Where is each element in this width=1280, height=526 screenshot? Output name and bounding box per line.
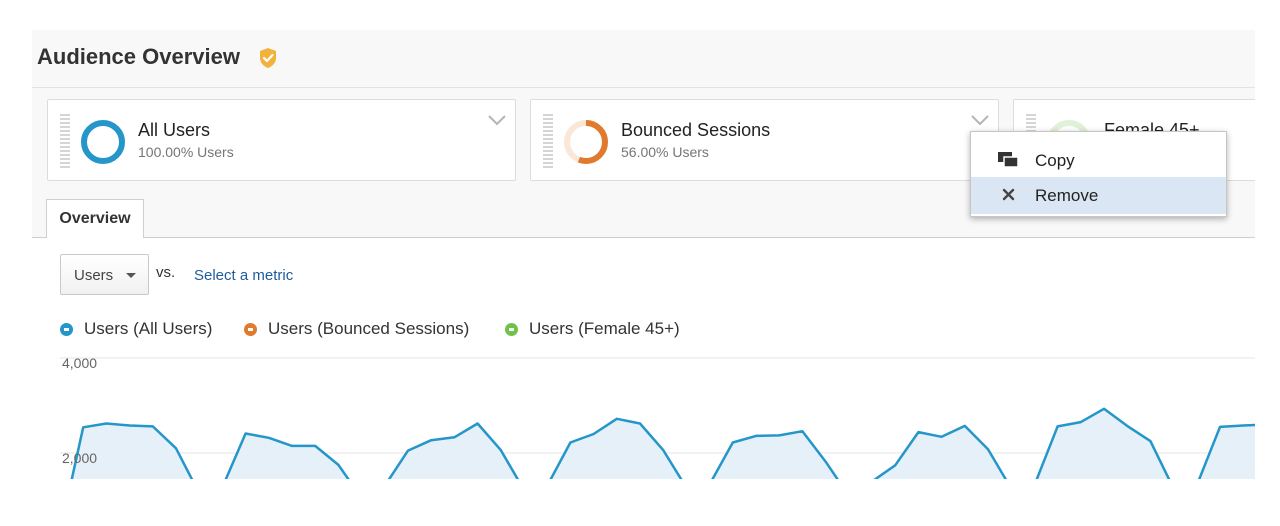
segment-ring-icon — [81, 120, 125, 164]
metric-select[interactable]: Users — [60, 254, 149, 295]
menu-item-remove[interactable]: Remove — [971, 177, 1226, 214]
tab-overview-underline-cover — [47, 237, 143, 238]
menu-item-label: Remove — [1035, 186, 1099, 205]
users-line-chart: 4,000 2,000 — [60, 355, 1255, 479]
segment-card-bounced-sessions[interactable]: Bounced Sessions 56.00% Users — [530, 99, 999, 181]
tab-overview[interactable]: Overview — [46, 199, 144, 238]
legend-label: Users (Bounced Sessions) — [268, 319, 470, 338]
tab-divider — [32, 237, 1255, 238]
segment-ring-icon — [564, 120, 608, 164]
select-a-metric-link[interactable]: Select a metric — [194, 267, 293, 284]
menu-item-label: Copy — [1035, 151, 1075, 170]
header: Audience Overview — [32, 30, 1255, 88]
segment-percent: 100.00% Users — [138, 144, 234, 160]
vs-label: vs. — [156, 264, 176, 281]
metric-select-value: Users — [74, 267, 114, 284]
segment-name: All Users — [138, 120, 211, 140]
legend-dot-icon — [244, 323, 257, 336]
drag-handle[interactable] — [543, 114, 553, 170]
drag-handle[interactable] — [60, 114, 70, 170]
page-title: Audience Overview — [37, 44, 240, 69]
audience-overview-panel: Audience Overview All Users 100.00% User… — [32, 30, 1255, 479]
copy-icon — [998, 152, 1019, 168]
menu-item-copy[interactable]: Copy — [971, 142, 1226, 179]
chevron-down-icon[interactable] — [487, 114, 507, 126]
legend-dot-icon — [60, 323, 73, 336]
y-tick-label: 4,000 — [62, 355, 97, 371]
legend-label: Users (Female 45+) — [529, 319, 680, 338]
y-tick-label: 2,000 — [62, 450, 97, 466]
caret-down-icon — [126, 273, 136, 278]
legend-label: Users (All Users) — [84, 319, 213, 338]
legend-dot-icon — [505, 323, 518, 336]
chevron-down-icon[interactable] — [970, 114, 990, 126]
segment-context-menu: Copy Remove — [970, 131, 1227, 217]
close-icon — [1002, 188, 1015, 201]
segment-percent: 56.00% Users — [621, 144, 709, 160]
segment-card-all-users[interactable]: All Users 100.00% Users — [47, 99, 516, 181]
segment-name: Bounced Sessions — [621, 120, 771, 140]
verified-shield-icon — [260, 48, 276, 68]
